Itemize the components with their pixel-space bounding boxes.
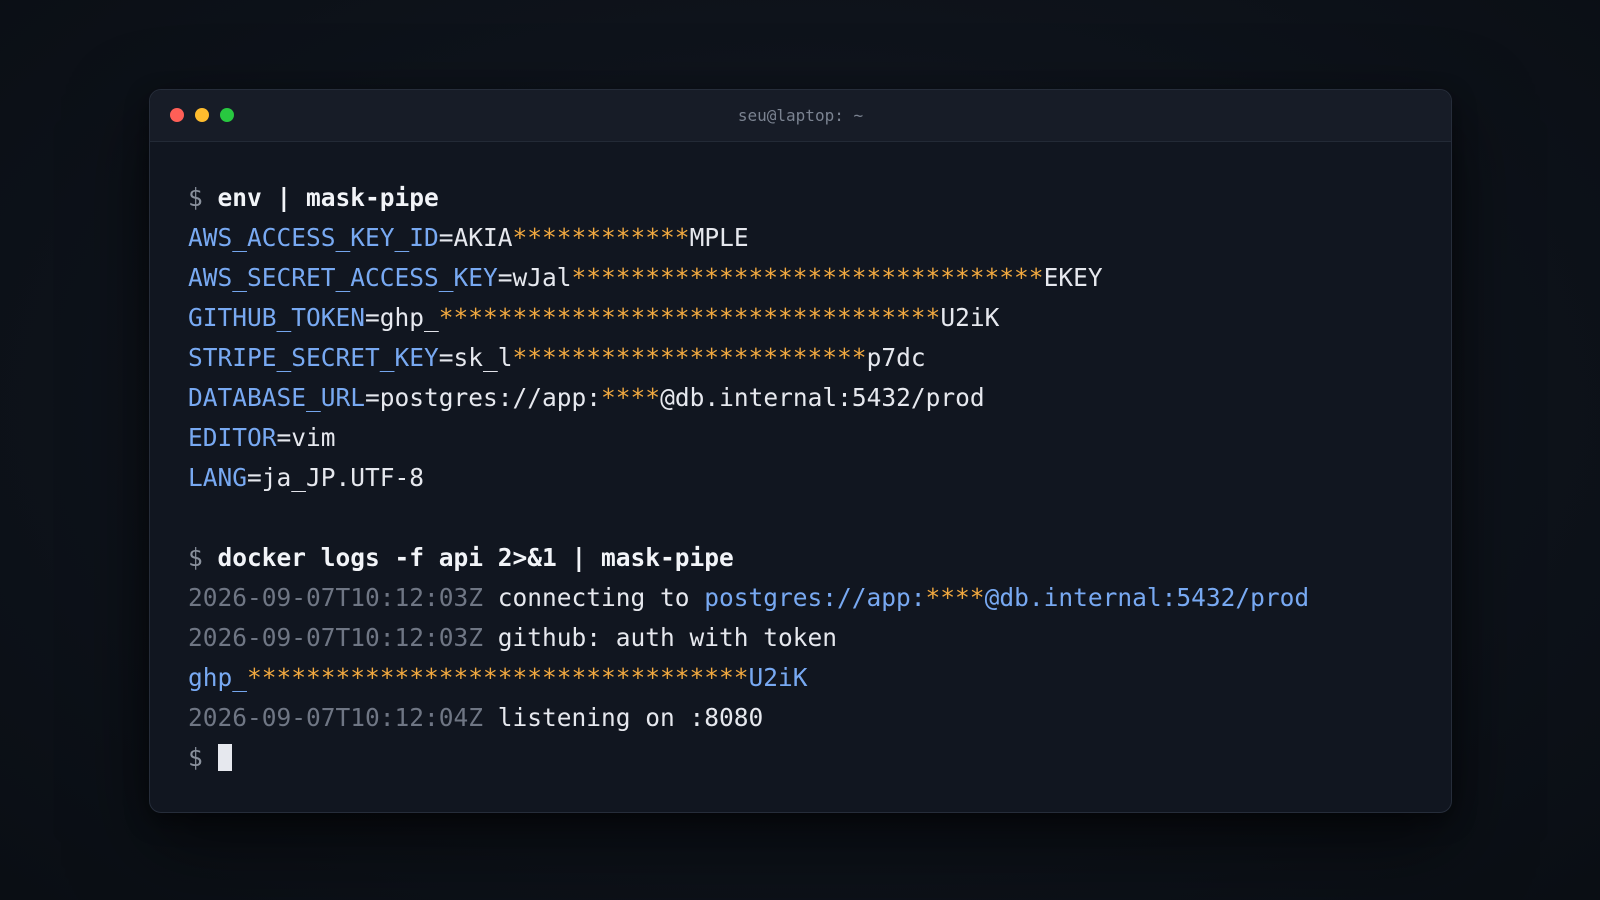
log-timestamp: 2026-09-07T10:12:03Z <box>188 583 484 612</box>
value-prefix: postgres://app: <box>379 383 602 412</box>
masked-value: ********************************** <box>438 303 941 332</box>
log-timestamp: 2026-09-07T10:12:04Z <box>188 703 484 732</box>
value-prefix: sk_l <box>453 343 513 372</box>
title-bar: seu@laptop: ~ <box>150 90 1451 142</box>
command-text: docker logs -f api 2>&1 | mask-pipe <box>217 543 734 572</box>
env-key: STRIPE_SECRET_KEY <box>188 343 439 372</box>
masked-value: ************************ <box>512 343 867 372</box>
equals-sign: = <box>365 303 380 332</box>
url-prefix: postgres://app: <box>704 583 926 612</box>
prompt: $ <box>188 183 218 212</box>
command-line: $ env | mask-pipe <box>188 178 1431 218</box>
masked-value: **** <box>925 583 985 612</box>
terminal-window: seu@laptop: ~ $ env | mask-pipe AWS_ACCE… <box>149 89 1452 813</box>
url-suffix: @db.internal:5432/prod <box>984 583 1310 612</box>
env-line: AWS_SECRET_ACCESS_KEY=wJal**************… <box>188 258 1431 298</box>
masked-value: ********************************** <box>247 663 749 692</box>
value-prefix: ghp_ <box>379 303 439 332</box>
masked-value: **** <box>601 383 661 412</box>
env-value: vim <box>291 423 336 452</box>
env-key: EDITOR <box>188 423 277 452</box>
env-value: ja_JP.UTF-8 <box>261 463 425 492</box>
token-prefix: ghp_ <box>188 663 248 692</box>
value-prefix: wJal <box>512 263 572 292</box>
equals-sign: = <box>497 263 513 292</box>
text-cursor <box>217 744 232 771</box>
env-line: AWS_ACCESS_KEY_ID=AKIA************MPLE <box>188 218 1431 258</box>
value-prefix: AKIA <box>453 223 513 252</box>
prompt: $ <box>188 543 218 572</box>
value-suffix: p7dc <box>866 343 926 372</box>
token-suffix: U2iK <box>748 663 808 692</box>
log-message: listening on :8080 <box>483 703 764 732</box>
env-line: DATABASE_URL=postgres://app:****@db.inte… <box>188 378 1431 418</box>
input-line[interactable]: $ <box>188 738 1431 778</box>
window-title: seu@laptop: ~ <box>737 106 864 125</box>
equals-sign: = <box>247 463 262 492</box>
log-timestamp: 2026-09-07T10:12:03Z <box>188 623 484 652</box>
masked-value: ************ <box>512 223 690 252</box>
command-text: env | mask-pipe <box>217 183 439 212</box>
env-line: GITHUB_TOKEN=ghp_***********************… <box>188 298 1431 338</box>
log-line: 2026-09-07T10:12:03Z github: auth with t… <box>188 618 1431 658</box>
value-suffix: @db.internal:5432/prod <box>660 383 985 412</box>
prompt: $ <box>188 743 218 772</box>
env-key: AWS_SECRET_ACCESS_KEY <box>188 263 498 292</box>
equals-sign: = <box>365 383 380 412</box>
masked-value: ******************************** <box>571 263 1044 292</box>
equals-sign: = <box>276 423 292 452</box>
command-line: $ docker logs -f api 2>&1 | mask-pipe <box>188 538 1431 578</box>
log-message: connecting to <box>483 583 705 612</box>
env-key: GITHUB_TOKEN <box>188 303 366 332</box>
value-suffix: MPLE <box>689 223 749 252</box>
env-line: STRIPE_SECRET_KEY=sk_l******************… <box>188 338 1431 378</box>
equals-sign: = <box>438 223 454 252</box>
log-line: 2026-09-07T10:12:03Z connecting to postg… <box>188 578 1431 618</box>
env-line: LANG=ja_JP.UTF-8 <box>188 458 1431 498</box>
env-key: DATABASE_URL <box>188 383 366 412</box>
env-key: LANG <box>188 463 248 492</box>
value-suffix: U2iK <box>940 303 1000 332</box>
env-key: AWS_ACCESS_KEY_ID <box>188 223 439 252</box>
log-line-continuation: ghp_**********************************U2… <box>188 658 1431 698</box>
terminal-output[interactable]: $ env | mask-pipe AWS_ACCESS_KEY_ID=AKIA… <box>188 178 1431 778</box>
env-line: EDITOR=vim <box>188 418 1431 458</box>
equals-sign: = <box>438 343 454 372</box>
log-message: github: auth with token <box>483 623 838 652</box>
value-suffix: EKEY <box>1043 263 1103 292</box>
log-line: 2026-09-07T10:12:04Z listening on :8080 <box>188 698 1431 738</box>
